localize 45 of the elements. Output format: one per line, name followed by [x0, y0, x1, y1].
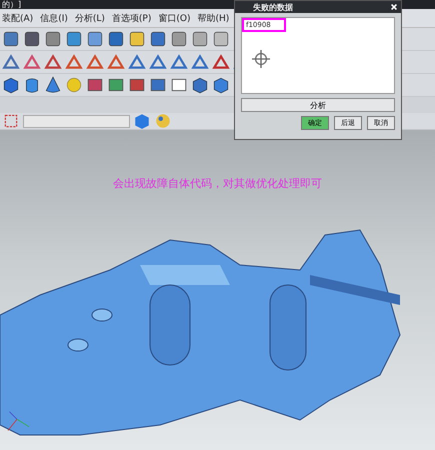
- analyze-button[interactable]: 分析: [241, 98, 395, 112]
- tool-icon[interactable]: [212, 30, 230, 48]
- square-icon[interactable]: [149, 76, 167, 94]
- tool-icon[interactable]: [107, 53, 125, 71]
- menu-item[interactable]: 分析(L): [74, 12, 105, 24]
- tool-icon[interactable]: [149, 53, 167, 71]
- tool-icon[interactable]: [191, 53, 209, 71]
- square-icon[interactable]: [128, 76, 146, 94]
- cube-icon[interactable]: [2, 76, 20, 94]
- menu-item[interactable]: 首选项(P): [112, 12, 152, 24]
- tool-icon[interactable]: [86, 30, 104, 48]
- tool-icon[interactable]: [107, 30, 125, 48]
- close-icon[interactable]: [390, 3, 398, 11]
- tool-icon[interactable]: [65, 30, 83, 48]
- menu-item[interactable]: 帮助(H): [197, 12, 230, 24]
- square-icon[interactable]: [2, 112, 20, 130]
- caption: 会出现故障自体代码，对其做优化处理即可: [113, 176, 322, 191]
- menu-item[interactable]: 窗口(O): [158, 12, 190, 24]
- tool-icon[interactable]: [149, 30, 167, 48]
- tool-icon[interactable]: [2, 53, 20, 71]
- crosshair-icon: [252, 50, 270, 68]
- tool-icon[interactable]: [212, 53, 230, 71]
- cone-icon[interactable]: [44, 76, 62, 94]
- tool-icon[interactable]: [170, 30, 188, 48]
- menu-item[interactable]: 装配(A): [2, 12, 34, 24]
- cube-icon[interactable]: [212, 76, 230, 94]
- tool-icon[interactable]: [44, 53, 62, 71]
- cylinder-icon[interactable]: [23, 76, 41, 94]
- tool-icon[interactable]: [2, 30, 20, 48]
- square-icon[interactable]: [107, 76, 125, 94]
- tool-icon[interactable]: [86, 53, 104, 71]
- cube-icon[interactable]: [191, 76, 209, 94]
- tool-icon[interactable]: [128, 53, 146, 71]
- square-icon[interactable]: [170, 76, 188, 94]
- tool-icon[interactable]: [44, 30, 62, 48]
- dialog-title: 失败的数据: [253, 2, 293, 12]
- tool-icon[interactable]: [65, 53, 83, 71]
- menu-item[interactable]: 信息(I): [40, 12, 68, 24]
- tool-icon[interactable]: [128, 30, 146, 48]
- tool-icon[interactable]: [191, 30, 209, 48]
- tool-icon[interactable]: [23, 30, 41, 48]
- tool-icon[interactable]: [170, 53, 188, 71]
- window-title: 的）]: [2, 0, 22, 9]
- square-icon[interactable]: [86, 76, 104, 94]
- tool-icon[interactable]: [23, 53, 41, 71]
